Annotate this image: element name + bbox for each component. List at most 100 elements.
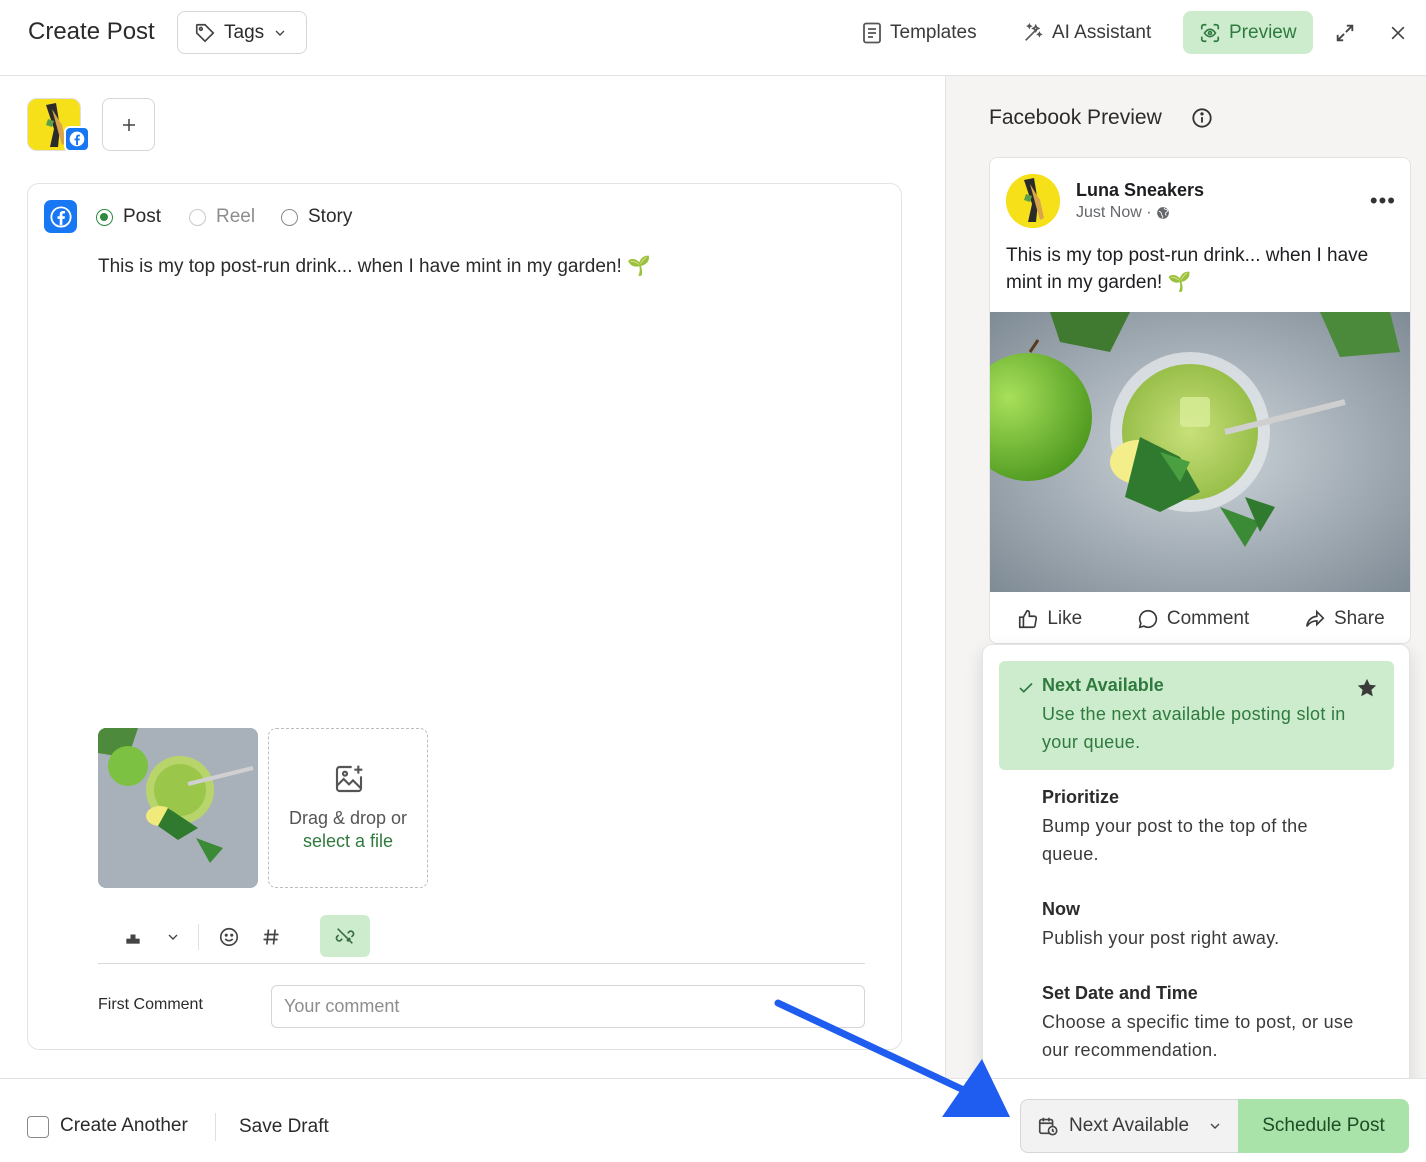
media-thumbnail[interactable] — [98, 728, 258, 888]
close-icon — [1391, 26, 1405, 40]
chevron-down-icon — [275, 30, 285, 36]
tags-dropdown[interactable]: Tags — [177, 11, 307, 54]
emoji-icon — [219, 927, 239, 947]
post-type-story-radio[interactable]: Story — [281, 206, 352, 228]
more-options-icon[interactable]: ••• — [1370, 188, 1396, 214]
preview-eye-icon — [1200, 23, 1220, 42]
globe-icon — [1156, 207, 1169, 219]
post-text-editor[interactable]: This is my top post-run drink... when I … — [98, 254, 651, 278]
menu-item-next-available[interactable]: Next Available Use the next available po… — [999, 661, 1394, 770]
comment-action: Comment — [1137, 608, 1249, 630]
calendar-clock-icon — [1038, 1117, 1058, 1136]
preview-title: Facebook Preview — [989, 106, 1162, 129]
expand-icon — [1336, 24, 1354, 42]
save-draft-button[interactable]: Save Draft — [239, 1116, 329, 1138]
menu-item-title: Next Available — [1042, 675, 1164, 695]
menu-item-title: Prioritize — [1042, 787, 1120, 807]
facebook-post-preview: Luna Sneakers Just Now · ••• This is my … — [989, 157, 1411, 644]
preview-label: Preview — [1229, 21, 1297, 43]
schedule-mode-label: Next Available — [1069, 1115, 1190, 1136]
comment-label: Comment — [1166, 607, 1250, 629]
like-action: Like — [1017, 608, 1082, 630]
preview-post-text: This is my top post-run drink... when I … — [1006, 245, 1369, 293]
document-icon — [863, 22, 881, 43]
add-image-icon — [335, 765, 363, 793]
share-icon — [1305, 609, 1325, 627]
unlink-icon — [335, 928, 355, 944]
facebook-icon — [44, 200, 77, 233]
post-type-post-radio[interactable]: Post — [96, 206, 161, 228]
schedule-mode-dropdown[interactable]: Next Available — [1020, 1099, 1240, 1153]
radio-dot — [281, 208, 298, 226]
menu-item-now[interactable]: Now Publish your post right away. — [999, 885, 1394, 963]
preview-button[interactable]: Preview — [1183, 11, 1313, 54]
share-label: Share — [1333, 607, 1385, 629]
plus-icon — [122, 118, 135, 131]
tag-icon — [195, 23, 215, 42]
preview-avatar — [1006, 174, 1060, 228]
facebook-badge-icon — [64, 126, 90, 152]
annotation-arrow-icon — [774, 999, 1010, 1117]
menu-item-desc: Publish your post right away. — [1042, 928, 1280, 948]
emoji-button[interactable] — [210, 918, 248, 956]
radio-dot — [96, 208, 113, 226]
menu-item-title: Now — [1042, 899, 1080, 919]
preview-post-image — [990, 312, 1410, 592]
toolbar-dropdown[interactable] — [154, 918, 192, 956]
dropzone-line1: Drag & drop or — [288, 808, 408, 828]
menu-item-set-date-time[interactable]: Set Date and Time Choose a specific time… — [999, 969, 1394, 1079]
close-button[interactable] — [1383, 18, 1413, 48]
menu-item-desc: Use the next available posting slot in y… — [1042, 704, 1346, 752]
post-type-reel-radio[interactable]: Reel — [189, 206, 255, 228]
create-another-checkbox[interactable] — [27, 1116, 49, 1138]
preview-timestamp: Just Now · — [1076, 204, 1152, 221]
post-type-post-label: Post — [123, 206, 162, 227]
create-another-label[interactable]: Create Another — [60, 1115, 188, 1137]
hashtag-icon — [263, 929, 279, 945]
menu-item-title: Set Date and Time — [1042, 983, 1198, 1003]
star-icon[interactable] — [1356, 677, 1378, 699]
templates-button[interactable]: Templates — [862, 11, 977, 54]
radio-dot — [189, 208, 206, 226]
footer-divider — [215, 1113, 216, 1141]
add-account-button[interactable] — [102, 98, 155, 151]
ai-assistant-label: AI Assistant — [1052, 21, 1152, 43]
preview-meta: Just Now · — [1076, 204, 1170, 222]
link-shortener-button[interactable] — [320, 915, 370, 957]
thumbs-up-icon — [1019, 609, 1038, 628]
templates-label: Templates — [890, 21, 977, 43]
menu-item-desc: Choose a specific time to post, or use o… — [1042, 1012, 1354, 1060]
tags-label: Tags — [224, 21, 265, 43]
menu-item-desc: Bump your post to the top of the queue. — [1042, 816, 1308, 864]
composer-card: Post Reel Story This is my top post-run … — [27, 183, 902, 1050]
check-icon — [1019, 682, 1033, 693]
menu-item-prioritize[interactable]: Prioritize Bump your post to the top of … — [999, 773, 1394, 878]
page-title: Create Post — [28, 18, 155, 45]
magic-wand-icon — [1025, 22, 1043, 41]
hashtag-button[interactable] — [252, 918, 290, 956]
like-label: Like — [1047, 607, 1083, 629]
stack-icon — [126, 934, 140, 944]
select-file-link[interactable]: select a file — [269, 830, 427, 853]
ai-assistant-button[interactable]: AI Assistant — [1022, 11, 1151, 54]
footer-bar: Create Another Save Draft Next Available… — [0, 1078, 1426, 1162]
composer-toolbar — [98, 914, 865, 964]
chevron-down-icon — [168, 934, 178, 940]
info-icon[interactable] — [1191, 107, 1213, 134]
schedule-post-button[interactable]: Schedule Post — [1238, 1099, 1409, 1153]
preview-actions: Like Comment Share — [990, 592, 1410, 643]
selected-account[interactable] — [27, 98, 90, 152]
header: Create Post Tags Templates AI Assistant … — [0, 0, 1426, 76]
expand-button[interactable] — [1330, 18, 1360, 48]
post-type-story-label: Story — [308, 206, 353, 227]
preview-account-name: Luna Sneakers — [1076, 180, 1205, 200]
dropzone-text: Drag & drop or select a file — [269, 807, 427, 853]
utm-builder-button[interactable] — [114, 918, 152, 956]
media-dropzone[interactable]: Drag & drop or select a file — [268, 728, 428, 888]
post-type-reel-label: Reel — [216, 206, 256, 227]
share-action: Share — [1304, 608, 1385, 630]
comment-icon — [1138, 609, 1157, 628]
chevron-down-icon — [1210, 1123, 1220, 1129]
first-comment-label: First Comment — [98, 996, 203, 1013]
schedule-options-menu: Next Available Use the next available po… — [982, 644, 1410, 1094]
